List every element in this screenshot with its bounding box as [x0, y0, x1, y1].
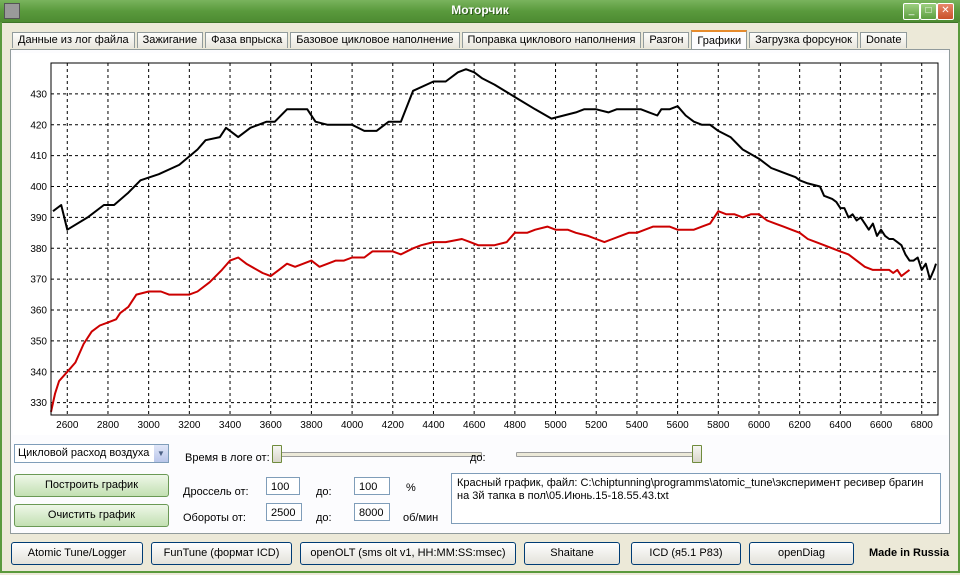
- throttle-from-input[interactable]: 100: [266, 477, 300, 495]
- x-tick-label: 3400: [219, 420, 242, 431]
- icd-button[interactable]: ICD (я5.1 P83): [631, 542, 741, 565]
- x-tick-label: 3800: [300, 420, 323, 431]
- tab-ignition[interactable]: Зажигание: [136, 32, 204, 48]
- x-tick-label: 4600: [463, 420, 486, 431]
- time-to-label: до:: [470, 452, 486, 464]
- title-bar[interactable]: Моторчик _ □ ✕: [0, 0, 960, 23]
- rpm-to-label: до:: [316, 512, 332, 524]
- x-tick-label: 6600: [870, 420, 893, 431]
- x-tick-label: 6200: [789, 420, 812, 431]
- info-textbox[interactable]: Красный график, файл: C:\chiptunning\pro…: [451, 473, 941, 524]
- close-button[interactable]: ✕: [937, 3, 954, 20]
- x-tick-label: 5600: [666, 420, 689, 431]
- clear-chart-button[interactable]: Очистить график: [14, 504, 169, 527]
- x-tick-label: 4400: [422, 420, 445, 431]
- parameter-select[interactable]: Цикловой расход воздуха ▼: [14, 444, 169, 463]
- throttle-unit: %: [406, 482, 416, 494]
- shaitane-button[interactable]: Shaitane: [524, 542, 620, 565]
- throttle-to-input[interactable]: 100: [354, 477, 390, 495]
- x-tick-label: 5000: [544, 420, 567, 431]
- time-from-label: Время в логе от:: [185, 452, 270, 464]
- x-tick-label: 5400: [626, 420, 649, 431]
- y-tick-label: 360: [30, 306, 47, 317]
- x-tick-label: 5800: [707, 420, 730, 431]
- x-tick-label: 3200: [178, 420, 201, 431]
- x-tick-label: 5200: [585, 420, 608, 431]
- funtune-button[interactable]: FunTune (формат ICD): [151, 542, 292, 565]
- tab-donate[interactable]: Donate: [859, 32, 908, 48]
- time-to-slider[interactable]: [516, 445, 702, 463]
- openolt-button[interactable]: openOLT (sms olt v1, HH:MM:SS:msec): [300, 542, 516, 565]
- time-to-slider-thumb[interactable]: [692, 445, 702, 463]
- window-title: Моторчик: [451, 3, 509, 17]
- minimize-button[interactable]: _: [903, 3, 920, 20]
- x-tick-label: 4800: [504, 420, 527, 431]
- tab-injection-phase[interactable]: Фаза впрыска: [205, 32, 289, 48]
- tab-acceleration[interactable]: Разгон: [643, 32, 690, 48]
- throttle-label: Дроссель от:: [183, 486, 249, 498]
- x-tick-label: 4000: [341, 420, 364, 431]
- y-tick-label: 340: [30, 367, 47, 378]
- time-from-slider-thumb[interactable]: [272, 445, 282, 463]
- rpm-from-input[interactable]: 2500: [266, 503, 302, 521]
- build-chart-button[interactable]: Построить график: [14, 474, 169, 497]
- tab-injector-load[interactable]: Загрузка форсунок: [749, 32, 858, 48]
- x-tick-label: 3000: [138, 420, 161, 431]
- throttle-to-label: до:: [316, 486, 332, 498]
- tab-base-cyclic-fill[interactable]: Базовое цикловое наполнение: [290, 32, 460, 48]
- x-tick-label: 2600: [56, 420, 79, 431]
- parameter-select-value: Цикловой расход воздуха: [18, 447, 150, 459]
- tab-graphs[interactable]: Графики: [691, 30, 748, 50]
- y-tick-label: 380: [30, 244, 47, 255]
- tab-strip: Данные из лог файла Зажигание Фаза впрыс…: [12, 30, 909, 50]
- time-from-slider[interactable]: [272, 445, 482, 463]
- chart-background: [13, 53, 948, 435]
- rpm-unit: об/мин: [403, 512, 439, 524]
- y-tick-label: 410: [30, 151, 47, 162]
- tab-cyclic-fill-correction[interactable]: Поправка циклового наполнения: [461, 32, 642, 48]
- chart: 330 340 350 360 370 380 390 400 410 420 430 2600 28…: [13, 53, 948, 435]
- y-tick-label: 400: [30, 182, 47, 193]
- made-in-russia-label: Made in Russia: [869, 547, 950, 559]
- rpm-to-input[interactable]: 8000: [354, 503, 390, 521]
- x-tick-label: 2800: [97, 420, 120, 431]
- tab-log-data[interactable]: Данные из лог файла: [12, 32, 135, 48]
- x-tick-label: 6000: [748, 420, 771, 431]
- x-tick-label: 3600: [260, 420, 283, 431]
- rpm-label: Обороты от:: [183, 512, 246, 524]
- time-to-slider-track: [516, 452, 702, 457]
- x-tick-label: 6400: [829, 420, 852, 431]
- maximize-button[interactable]: □: [920, 3, 937, 20]
- time-from-slider-track: [272, 452, 482, 457]
- x-tick-label: 6800: [911, 420, 934, 431]
- atomic-tune-logger-button[interactable]: Atomic Tune/Logger: [11, 542, 143, 565]
- y-tick-label: 350: [30, 336, 47, 347]
- opendiag-button[interactable]: openDiag: [749, 542, 854, 565]
- y-tick-label: 430: [30, 89, 47, 100]
- x-tick-label: 4200: [382, 420, 405, 431]
- y-tick-label: 370: [30, 275, 47, 286]
- chevron-down-icon[interactable]: ▼: [154, 445, 168, 462]
- y-tick-label: 330: [30, 398, 47, 409]
- y-tick-label: 420: [30, 120, 47, 131]
- y-tick-label: 390: [30, 213, 47, 224]
